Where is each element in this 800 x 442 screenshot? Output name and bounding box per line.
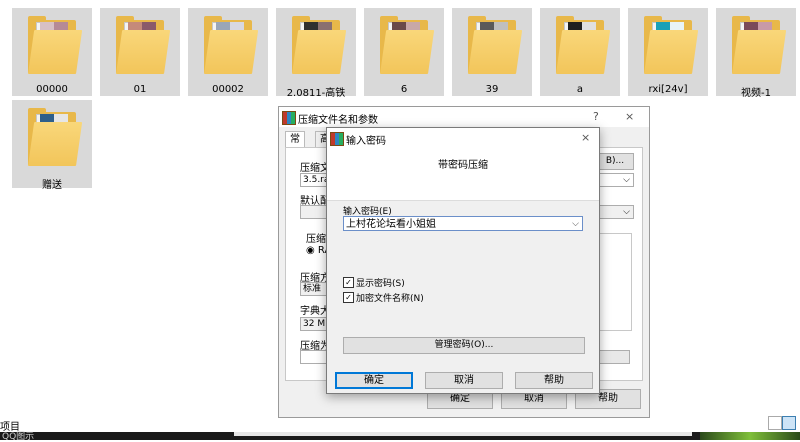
help-icon[interactable]: ? xyxy=(593,110,599,123)
password-dialog-header: 带密码压缩 xyxy=(327,148,599,201)
taskbar: QQ图示 xyxy=(0,432,800,442)
folder-item[interactable]: 01 xyxy=(100,8,180,96)
archive-dialog-title: 压缩文件名和参数 xyxy=(298,115,378,126)
taskbar-app-button[interactable] xyxy=(234,432,692,436)
folder-item[interactable]: rxi[24v] xyxy=(628,8,708,96)
folder-name: 01 xyxy=(133,84,147,95)
folder-name: 6 xyxy=(400,84,408,95)
password-input-value: 上村花论坛看小姐姐 xyxy=(346,219,436,230)
folder-item[interactable]: 视频-1 xyxy=(716,8,796,99)
folder-name: 00000 xyxy=(36,84,68,95)
chevron-down-icon[interactable]: ⌵ xyxy=(623,206,630,218)
browse-button[interactable]: B)... xyxy=(596,153,634,170)
password-cancel-button[interactable]: 取消 xyxy=(425,372,503,389)
folder-name: rxi[24v] xyxy=(648,84,688,95)
password-dialog-subtitle: 带密码压缩 xyxy=(438,160,488,171)
folder-item[interactable]: 00002 xyxy=(188,8,268,96)
winrar-app-icon xyxy=(330,132,344,146)
password-dialog-titlebar[interactable]: 输入密码 × xyxy=(327,128,599,148)
taskbar-tray-image xyxy=(700,432,800,440)
password-dialog-title: 输入密码 xyxy=(346,136,386,147)
folder-icon xyxy=(204,16,259,76)
folder-icon xyxy=(644,16,699,76)
folder-item[interactable]: 2.0811-高铁 xyxy=(276,8,356,99)
view-mode-switcher[interactable] xyxy=(768,416,796,430)
winrar-app-icon xyxy=(282,111,296,125)
show-password-label: 显示密码(S) xyxy=(356,279,405,289)
folder-icon xyxy=(28,16,83,76)
folder-icon xyxy=(292,16,347,76)
folder-item[interactable]: 6 xyxy=(364,8,444,96)
folder-name: 2.0811-高铁 xyxy=(286,88,346,99)
archive-dialog-titlebar[interactable]: 压缩文件名和参数 ? × xyxy=(279,107,649,127)
chevron-down-icon[interactable]: ⌵ xyxy=(623,174,630,186)
folder-name: a xyxy=(576,84,584,95)
folder-item[interactable]: 39 xyxy=(452,8,532,96)
folder-name: 39 xyxy=(485,84,499,95)
folder-icon xyxy=(556,16,611,76)
folder-icon xyxy=(116,16,171,76)
chevron-down-icon[interactable]: ⌵ xyxy=(572,217,579,232)
folder-name: 00002 xyxy=(212,84,244,95)
folder-icon xyxy=(380,16,435,76)
details-view-icon[interactable] xyxy=(768,416,782,430)
checkbox-icon[interactable]: ✓ xyxy=(343,277,354,288)
close-icon[interactable]: × xyxy=(581,131,590,144)
folder-name: 赠送 xyxy=(42,180,62,191)
folder-item[interactable]: 00000 xyxy=(12,8,92,96)
tab-general[interactable]: 常规 xyxy=(285,131,305,161)
checkbox-icon[interactable]: ✓ xyxy=(343,292,354,303)
close-icon[interactable]: × xyxy=(625,110,634,123)
large-icons-view-icon[interactable] xyxy=(782,416,796,430)
folder-icon xyxy=(732,16,787,76)
folder-icon xyxy=(468,16,523,76)
password-help-button[interactable]: 帮助 xyxy=(515,372,593,389)
folder-name: 视频-1 xyxy=(741,88,771,99)
taskbar-label: QQ图示 xyxy=(2,432,35,442)
manage-passwords-button[interactable]: 管理密码(O)... xyxy=(343,337,585,354)
folder-icon xyxy=(28,108,83,168)
folder-item[interactable]: 赠送 xyxy=(12,100,92,191)
encrypt-filenames-label: 加密文件名称(N) xyxy=(356,294,424,304)
password-input[interactable]: 上村花论坛看小姐姐 ⌵ xyxy=(343,216,583,231)
folder-item[interactable]: a xyxy=(540,8,620,96)
password-ok-button[interactable]: 确定 xyxy=(335,372,413,389)
password-dialog: 输入密码 × 带密码压缩 输入密码(E) 上村花论坛看小姐姐 ⌵ ✓ 显示密码(… xyxy=(326,127,600,394)
